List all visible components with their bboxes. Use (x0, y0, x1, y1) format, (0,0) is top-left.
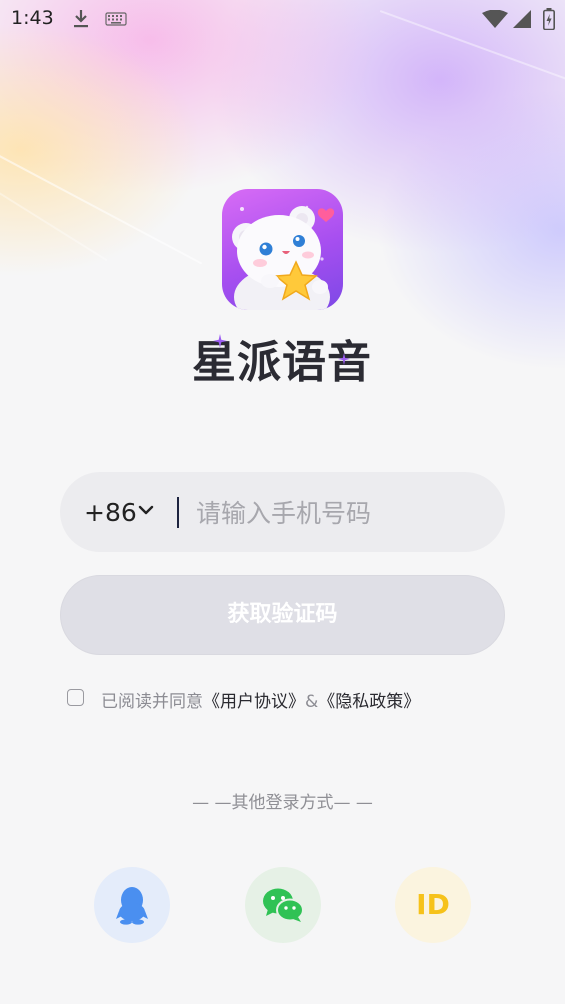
status-bar: 1:43 (0, 0, 565, 38)
chevron-down-icon[interactable] (138, 502, 154, 518)
cellular-signal-icon (513, 10, 531, 28)
sparkle-icon (213, 334, 227, 348)
wechat-login-button[interactable] (245, 867, 321, 943)
agreement-text: 已阅读并同意《用户协议》&《隐私政策》 (101, 687, 420, 712)
agreement-checkbox[interactable] (67, 689, 84, 706)
phone-number-input[interactable] (194, 492, 488, 534)
battery-icon (543, 8, 555, 30)
qq-icon (116, 887, 148, 925)
download-icon (74, 10, 88, 28)
country-code-selector[interactable]: +86 (84, 498, 137, 527)
keyboard-icon (105, 12, 127, 26)
wifi-icon (482, 10, 508, 28)
status-time: 1:43 (11, 7, 54, 29)
other-login-title: — —其他登录方式— — (192, 793, 373, 813)
input-divider (177, 497, 179, 528)
wechat-icon (263, 888, 304, 922)
id-icon: ID (416, 888, 450, 921)
app-logo (222, 189, 343, 310)
sparkle-icon (338, 353, 350, 365)
privacy-policy-link[interactable]: 《隐私政策》 (318, 692, 420, 712)
user-agreement-link[interactable]: 《用户协议》 (203, 692, 305, 712)
phone-input-group: +86 (60, 472, 505, 552)
get-verification-code-button[interactable]: 获取验证码 (60, 575, 505, 655)
app-name: 星派语音 (192, 337, 372, 388)
agreement-connector: & (305, 692, 319, 712)
agreement-prefix: 已阅读并同意 (101, 692, 203, 712)
id-login-button[interactable]: ID (395, 867, 471, 943)
qq-login-button[interactable] (94, 867, 170, 943)
